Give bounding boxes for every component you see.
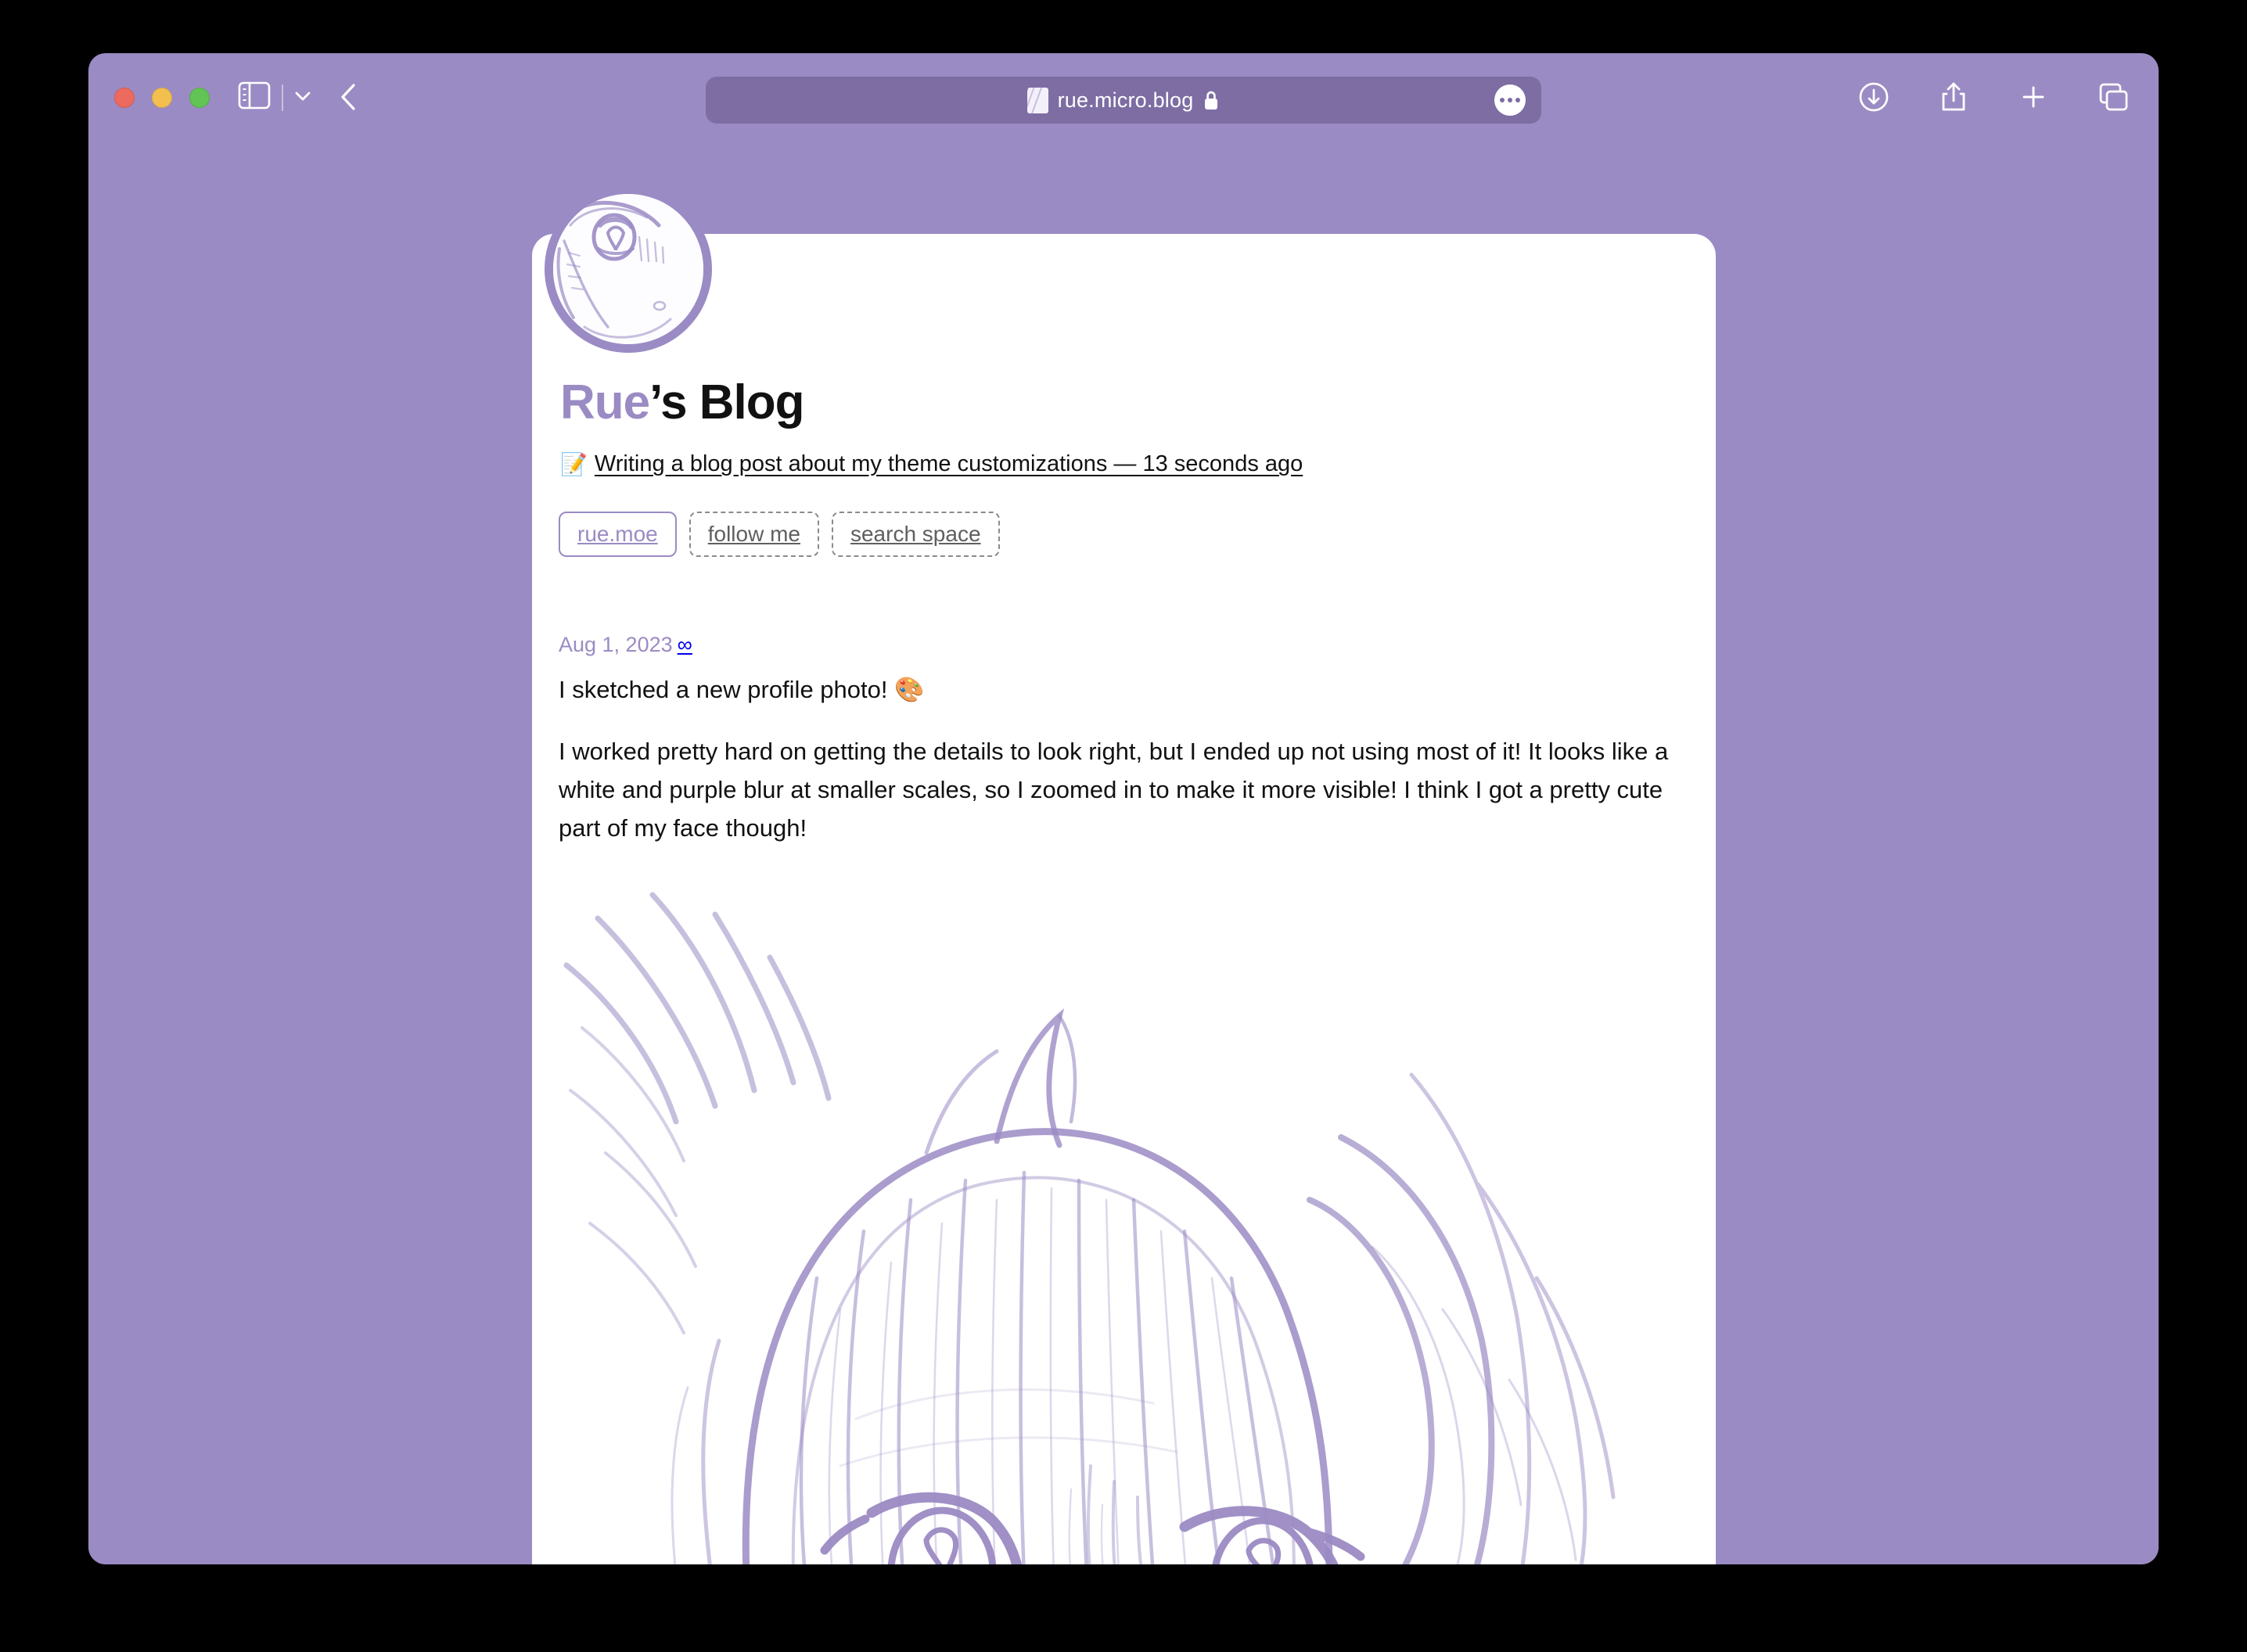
memo-icon: 📝: [560, 452, 588, 476]
site-favicon: [1026, 87, 1048, 113]
url-text: rue.micro.blog: [1057, 88, 1194, 112]
nav-button-rue-moe[interactable]: rue.moe: [559, 512, 677, 557]
chevron-down-icon[interactable]: [293, 88, 313, 105]
lock-icon: [1203, 90, 1220, 111]
post-paragraph-1: I sketched a new profile photo! 🎨: [559, 676, 925, 703]
browser-window: rue.micro.blog Rue’s Blog 📝 Writing a bl…: [88, 53, 2159, 1564]
page-title-accent: Rue: [560, 375, 650, 429]
address-bar[interactable]: rue.micro.blog: [706, 77, 1541, 124]
browser-toolbar: rue.micro.blog: [88, 53, 2159, 139]
minimize-button[interactable]: [152, 88, 172, 108]
window-controls: [114, 88, 210, 108]
back-chevron-icon[interactable]: [336, 81, 362, 113]
avatar[interactable]: [545, 185, 712, 353]
tab-overview-icon[interactable]: [2096, 80, 2130, 114]
blog-card: Rue’s Blog 📝 Writing a blog post about m…: [532, 185, 1716, 1564]
post-date-text: Aug 1, 2023: [559, 633, 673, 656]
blog-post: Aug 1, 2023 ∞ I sketched a new profile ph…: [559, 633, 1677, 1564]
page-title-rest: ’s Blog: [649, 375, 804, 429]
ellipsis-icon[interactable]: [1494, 84, 1526, 116]
status-link[interactable]: Writing a blog post about my theme custo…: [595, 451, 1303, 477]
zoom-button[interactable]: [189, 88, 210, 108]
status-line: 📝 Writing a blog post about my theme cus…: [560, 451, 1303, 477]
permalink-icon[interactable]: ∞: [678, 633, 692, 656]
page-viewport[interactable]: Rue’s Blog 📝 Writing a blog post about m…: [88, 139, 2159, 1564]
post-image[interactable]: [559, 871, 1618, 1564]
new-tab-icon[interactable]: [2016, 80, 2051, 114]
downloads-icon[interactable]: [1857, 80, 1891, 114]
sidebar-icon[interactable]: [238, 81, 271, 110]
toolbar-right-buttons: [1857, 80, 2130, 114]
page-title: Rue’s Blog: [560, 375, 805, 430]
share-icon[interactable]: [1936, 80, 1971, 114]
avatar-image: [553, 194, 703, 344]
nav-button-follow-me[interactable]: follow me: [688, 512, 819, 557]
close-button[interactable]: [114, 88, 135, 108]
nav-buttons: rue.moe follow me search space: [559, 512, 1000, 557]
nav-button-search-space[interactable]: search space: [831, 512, 1000, 557]
post-date: Aug 1, 2023 ∞: [559, 633, 1677, 657]
post-paragraph-2: I worked pretty hard on getting the deta…: [559, 737, 1669, 842]
toolbar-divider: [282, 84, 283, 111]
